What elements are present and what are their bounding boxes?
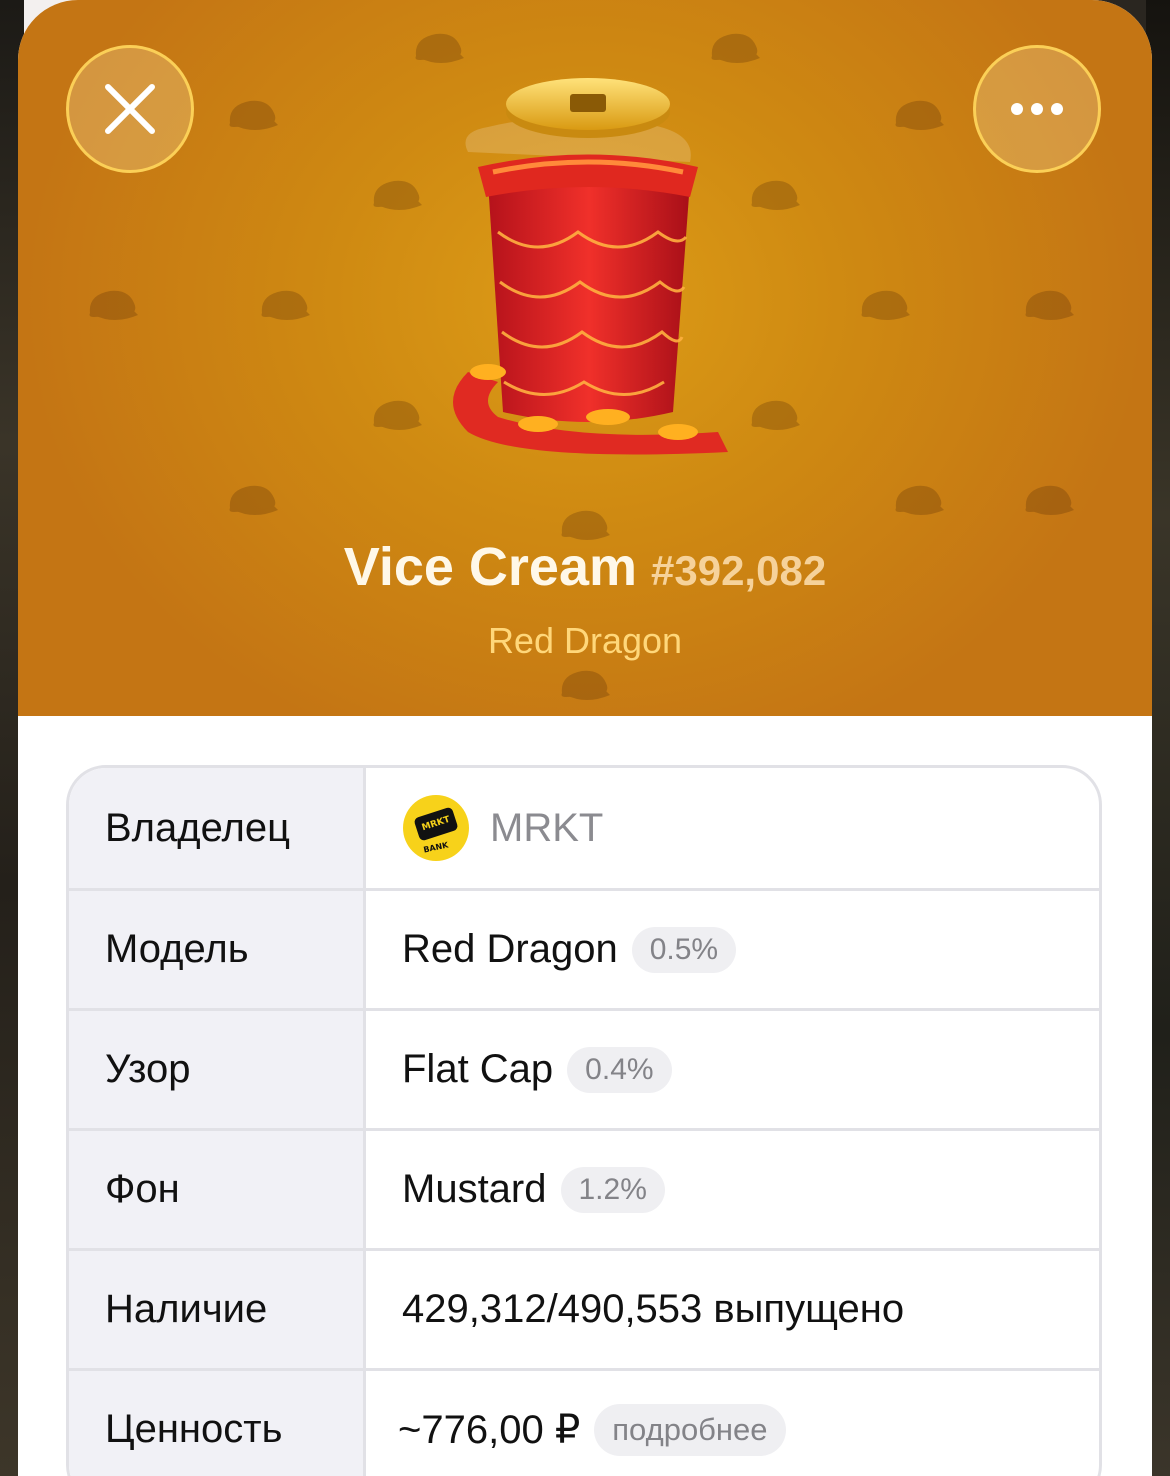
- pattern-row: Узор Flat Cap 0.4%: [69, 1008, 1099, 1128]
- availability-label: Наличие: [69, 1251, 366, 1368]
- gift-subtitle: Red Dragon: [487, 620, 683, 661]
- pattern-label: Узор: [69, 1011, 366, 1128]
- flat-cap-icon: [751, 180, 800, 210]
- value-more-button[interactable]: подробнее: [594, 1403, 786, 1456]
- flat-cap-icon: [895, 485, 944, 515]
- gift-illustration: [453, 78, 728, 455]
- gift-details-table: Владелец MRKT BANK MRKT Модель Red Drago…: [66, 765, 1102, 1476]
- flat-cap-icon: [89, 290, 138, 320]
- backdrop-row: Фон Mustard 1.2%: [69, 1128, 1099, 1248]
- flat-cap-icon: [373, 180, 422, 210]
- flat-cap-icon: [261, 290, 310, 320]
- owner-label: Владелец: [69, 768, 366, 888]
- flat-cap-icon: [415, 33, 464, 63]
- value-cell: ~776,00 ₽ подробнее: [366, 1371, 1099, 1476]
- flat-cap-icon: [561, 670, 610, 700]
- owner-value[interactable]: MRKT BANK MRKT: [366, 768, 1099, 888]
- flat-cap-icon: [751, 400, 800, 430]
- flat-cap-icon: [229, 485, 278, 515]
- value-row: Ценность ~776,00 ₽ подробнее: [69, 1368, 1099, 1476]
- value-amount: ~776,00 ₽: [398, 1407, 581, 1452]
- flat-cap-icon: [861, 290, 910, 320]
- gift-name: Vice Cream: [343, 537, 637, 597]
- model-rarity-badge: 0.5%: [631, 926, 737, 973]
- flat-cap-icon: [1025, 290, 1074, 320]
- availability-value: 429,312/490,553 выпущено: [402, 1287, 905, 1331]
- backdrop-value: Mustard 1.2%: [366, 1131, 1099, 1248]
- backdrop-label: Фон: [69, 1131, 366, 1248]
- flat-cap-icon: [1025, 485, 1074, 515]
- flat-cap-icon: [229, 100, 278, 130]
- more-button[interactable]: [973, 45, 1101, 173]
- flat-cap-icon: [895, 100, 944, 130]
- gift-hero: Vice Cream #392,082 Red Dragon: [18, 0, 1152, 716]
- mrkt-bank-avatar-icon: MRKT BANK: [403, 795, 469, 861]
- model-value: Red Dragon 0.5%: [366, 891, 1099, 1008]
- owner-name: MRKT: [490, 805, 604, 850]
- close-button[interactable]: [66, 45, 194, 173]
- more-dots-icon: [1011, 103, 1063, 115]
- flat-cap-icon: [373, 400, 422, 430]
- availability-row: Наличие 429,312/490,553 выпущено: [69, 1248, 1099, 1368]
- owner-row: Владелец MRKT BANK MRKT: [69, 768, 1099, 888]
- gift-sheet: Vice Cream #392,082 Red Dragon Владелец M…: [18, 0, 1152, 1476]
- model-name: Red Dragon: [402, 927, 618, 971]
- backdrop-rarity-badge: 1.2%: [560, 1166, 665, 1213]
- model-label: Модель: [69, 891, 366, 1008]
- backdrop-name: Mustard: [402, 1167, 547, 1211]
- gift-title: Vice Cream #392,082: [18, 536, 1152, 598]
- pattern-name: Flat Cap: [402, 1047, 554, 1091]
- close-icon: [105, 84, 155, 134]
- flat-cap-icon: [711, 33, 760, 63]
- gift-number: #392,082: [651, 547, 827, 594]
- pattern-value: Flat Cap 0.4%: [366, 1011, 1099, 1128]
- value-label: Ценность: [69, 1371, 366, 1476]
- pattern-rarity-badge: 0.4%: [567, 1046, 672, 1093]
- model-row: Модель Red Dragon 0.5%: [69, 888, 1099, 1008]
